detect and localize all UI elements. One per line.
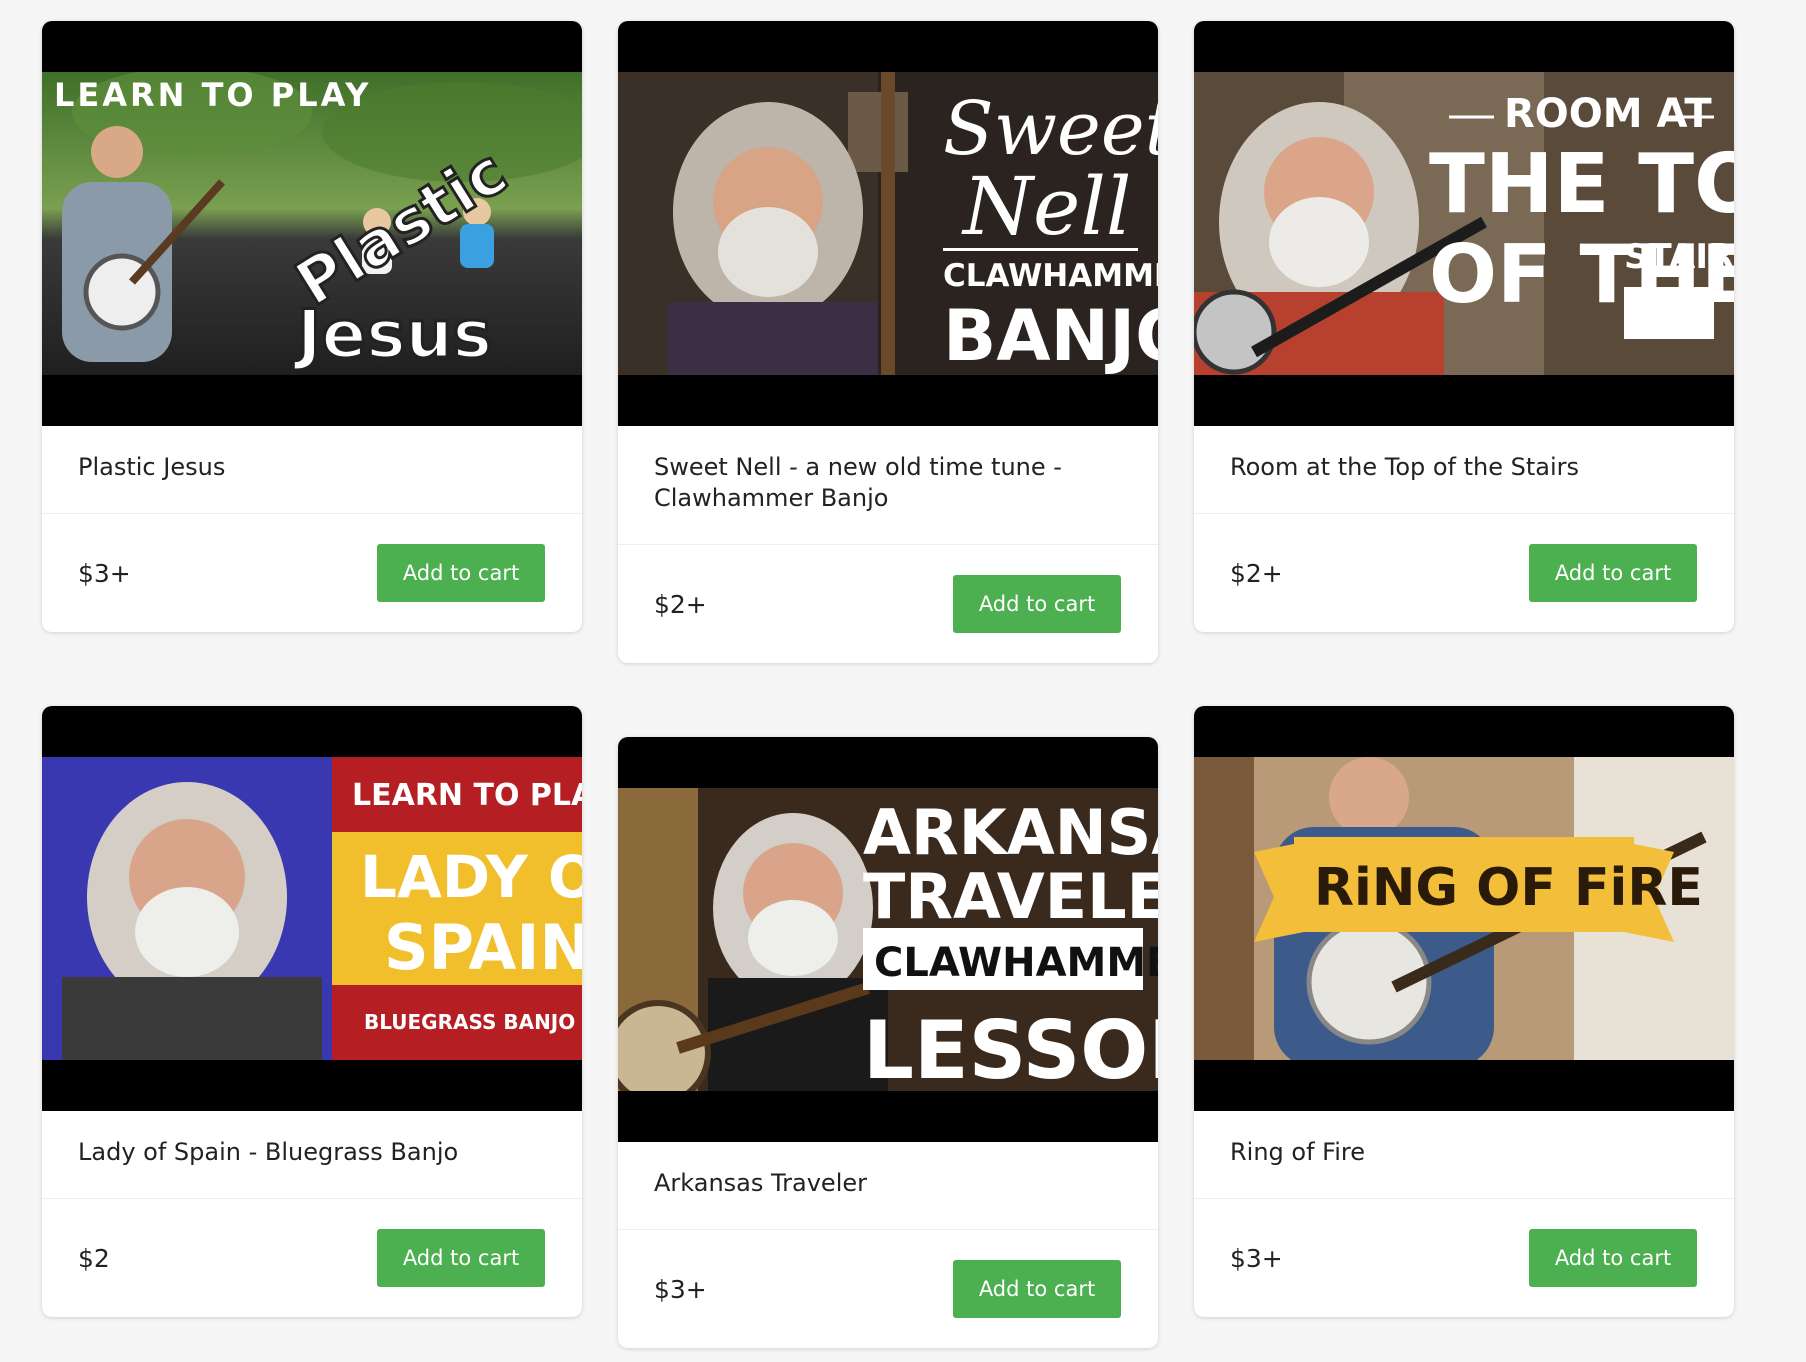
add-to-cart-button[interactable]: Add to cart [1529,1229,1697,1287]
product-card: ROOM AT THE TOP OF THE STAIRS Room at th… [1194,21,1734,632]
product-card: ARKANSAS TRAVELER CLAWHAMMER LESSON Arka… [618,737,1158,1348]
add-to-cart-button[interactable]: Add to cart [377,544,545,602]
product-footer: $3+ Add to cart [618,1230,1158,1348]
thumb-line3: SPAIN [384,911,582,984]
product-price: $3+ [654,1274,707,1304]
thumb-line2: LADY OF [360,843,582,911]
product-thumbnail[interactable]: ROOM AT THE TOP OF THE STAIRS [1194,21,1734,426]
thumbnail-image: ARKANSAS TRAVELER CLAWHAMMER LESSON [618,788,1158,1091]
thumb-line1: RiNG OF FiRE [1314,858,1703,918]
thumbnail-image: ROOM AT THE TOP OF THE STAIRS [1194,72,1734,375]
thumb-line2: TRAVELER [863,860,1158,933]
thumb-line4: LESSON [863,1004,1158,1091]
add-to-cart-button[interactable]: Add to cart [953,575,1121,633]
product-thumbnail[interactable]: Sweet Nell CLAWHAMMER BANJO [618,21,1158,426]
product-thumbnail[interactable]: ARKANSAS TRAVELER CLAWHAMMER LESSON [618,737,1158,1142]
product-card: Sweet Nell CLAWHAMMER BANJO Sweet Nell -… [618,21,1158,663]
product-title[interactable]: Plastic Jesus [42,426,582,514]
thumbnail-image: LEARN TO PLAY Plastic Jesus [42,72,582,375]
thumb-line3: CLAWHAMMER [874,940,1158,986]
thumb-line4: BANJO [943,295,1158,375]
thumbnail-image: LEARN TO PLAY LADY OF SPAIN BLUEGRASS BA… [42,757,582,1060]
product-thumbnail[interactable]: LEARN TO PLAY LADY OF SPAIN BLUEGRASS BA… [42,706,582,1111]
product-footer: $3+ Add to cart [1194,1199,1734,1317]
product-title[interactable]: Ring of Fire [1194,1111,1734,1199]
thumb-line4: STAIRS [1624,237,1734,277]
product-title[interactable]: Lady of Spain - Bluegrass Banjo [42,1111,582,1199]
product-card: LEARN TO PLAY LADY OF SPAIN BLUEGRASS BA… [42,706,582,1317]
thumb-line4: BLUEGRASS BANJO [364,1010,575,1034]
thumb-line1: LEARN TO PLAY [54,76,371,114]
thumb-line1: LEARN TO PLAY [352,778,582,813]
product-card: LEARN TO PLAY Plastic Jesus Plastic Jesu… [42,21,582,632]
product-title[interactable]: Room at the Top of the Stairs [1194,426,1734,514]
thumbnail-image: RiNG OF FiRE [1194,757,1734,1060]
product-price: $2+ [1230,558,1283,588]
product-footer: $2+ Add to cart [1194,514,1734,632]
thumb-line1: ROOM AT [1504,91,1712,137]
product-thumbnail[interactable]: LEARN TO PLAY Plastic Jesus [42,21,582,426]
product-price: $2 [78,1243,110,1273]
thumbnail-image: Sweet Nell CLAWHAMMER BANJO [618,72,1158,375]
add-to-cart-button[interactable]: Add to cart [377,1229,545,1287]
thumb-line2: Nell [961,160,1132,253]
product-footer: $2 Add to cart [42,1199,582,1317]
product-title[interactable]: Arkansas Traveler [618,1142,1158,1230]
product-price: $3+ [78,558,131,588]
thumb-line1: ARKANSAS [863,796,1158,869]
product-footer: $2+ Add to cart [618,545,1158,663]
product-card: RiNG OF FiRE Ring of Fire $3+ Add to car… [1194,706,1734,1317]
product-title[interactable]: Sweet Nell - a new old time tune - Clawh… [618,426,1158,545]
add-to-cart-button[interactable]: Add to cart [953,1260,1121,1318]
product-price: $2+ [654,589,707,619]
thumb-line3: CLAWHAMMER [943,258,1158,294]
product-price: $3+ [1230,1243,1283,1273]
add-to-cart-button[interactable]: Add to cart [1529,544,1697,602]
thumb-line2: THE TOP [1429,137,1734,232]
product-footer: $3+ Add to cart [42,514,582,632]
product-thumbnail[interactable]: RiNG OF FiRE [1194,706,1734,1111]
thumb-line3: Jesus [293,296,492,373]
